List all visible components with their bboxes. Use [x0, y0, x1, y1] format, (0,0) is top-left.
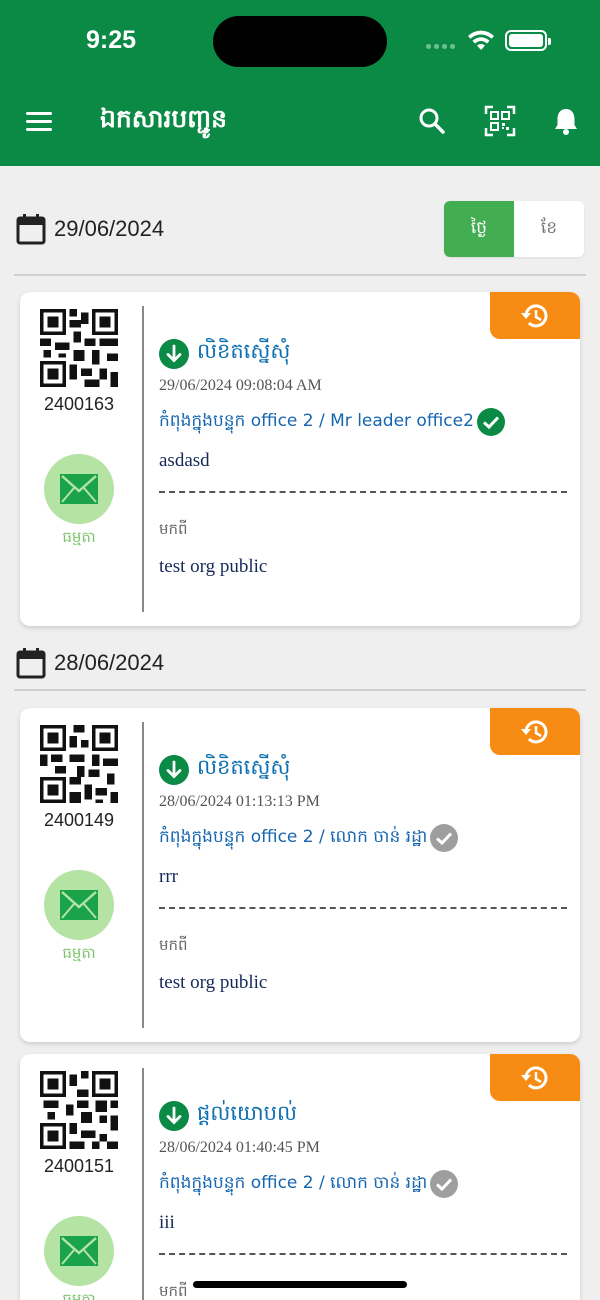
envelope-icon	[60, 890, 98, 920]
document-number: 2400163	[43, 394, 115, 414]
qr-code	[40, 309, 118, 387]
calendar-icon	[16, 214, 46, 245]
view-toggle: ថ្ងៃ ខែ	[444, 201, 584, 257]
document-type: លិខិតស្នើសុំ	[159, 754, 290, 785]
document-type-label: លិខិតស្នើសុំ	[197, 339, 291, 363]
history-icon	[521, 719, 548, 743]
mail-status	[44, 454, 114, 524]
qr-code	[40, 725, 118, 803]
from-label: មកពី	[159, 520, 188, 538]
page-title: ឯកសារបញ្ជូន	[100, 104, 227, 133]
home-indicator[interactable]	[193, 1281, 407, 1288]
document-card[interactable]: 2400151 ធម្មតា ផ្តល់យោបល់ 28/06/2024 01:…	[20, 1054, 580, 1300]
priority-label: ធម្មតា	[62, 1290, 96, 1300]
app-header: 9:25 ឯកសារបញ្ជូន	[0, 0, 600, 166]
incoming-download-icon	[159, 754, 189, 785]
day-view-tab[interactable]: ថ្ងៃ	[444, 201, 514, 257]
document-number: 2400149	[43, 810, 115, 830]
from-value: test org public	[159, 556, 268, 577]
document-card[interactable]: 2400149 ធម្មតា លិខិតស្នើសុំ 28/06/2024 0…	[20, 708, 580, 1042]
qr-code	[40, 1071, 118, 1149]
card-separator	[142, 1068, 144, 1300]
status-time: 9:25	[86, 26, 137, 54]
incoming-download-icon	[159, 338, 189, 369]
group-date: 28/06/2024	[54, 650, 165, 675]
document-card[interactable]: 2400163 ធម្មតា លិខិតស្នើសុំ 29/06/2024 0…	[20, 292, 580, 626]
card-separator	[142, 722, 144, 1028]
qr-scan-icon[interactable]	[484, 105, 516, 137]
check-circle-icon	[476, 408, 505, 436]
current-location: កំពុងក្នុងបន្ទុក office 2 / លោក ចាន់ រដ្…	[159, 824, 459, 852]
group-date: 29/06/2024	[54, 216, 165, 241]
check-circle-icon	[430, 824, 459, 852]
timestamp: 28/06/2024 01:40:45 PM	[159, 1139, 320, 1156]
dashed-divider	[159, 1253, 567, 1255]
from-label: មកពី	[159, 936, 188, 954]
priority-label: ធម្មតា	[62, 528, 96, 546]
dashed-divider	[159, 907, 567, 909]
subject: rrr	[159, 866, 178, 887]
search-icon[interactable]	[418, 107, 446, 135]
date-header: 29/06/2024	[16, 213, 164, 245]
divider	[14, 689, 586, 691]
priority-label: ធម្មតា	[62, 944, 96, 962]
current-location: កំពុងក្នុងបន្ទុក office 2 / Mr leader of…	[159, 408, 505, 436]
from-label: មកពី	[159, 1282, 188, 1300]
cellular-signal-icon	[426, 44, 455, 49]
envelope-icon	[60, 1236, 98, 1266]
location-text: កំពុងក្នុងបន្ទុក office 2 / លោក ចាន់ រដ្…	[159, 1172, 428, 1193]
divider	[14, 274, 586, 276]
location-text: កំពុងក្នុងបន្ទុក office 2 / លោក ចាន់ រដ្…	[159, 826, 428, 847]
card-separator	[142, 306, 144, 612]
timestamp: 29/06/2024 09:08:04 AM	[159, 377, 322, 394]
location-text: កំពុងក្នុងបន្ទុក office 2 / Mr leader of…	[159, 410, 474, 431]
notification-bell-icon[interactable]	[551, 106, 581, 136]
month-view-tab[interactable]: ខែ	[514, 201, 584, 257]
document-type-label: លិខិតស្នើសុំ	[197, 755, 291, 779]
history-button[interactable]	[490, 1054, 580, 1101]
document-type: ផ្តល់យោបល់	[159, 1100, 297, 1131]
timestamp: 28/06/2024 01:13:13 PM	[159, 793, 320, 810]
history-icon	[521, 1065, 548, 1089]
mail-status	[44, 1216, 114, 1286]
subject: iii	[159, 1212, 175, 1233]
history-button[interactable]	[490, 292, 580, 339]
history-icon	[521, 303, 548, 327]
wifi-icon	[468, 30, 494, 50]
dashed-divider	[159, 491, 567, 493]
history-button[interactable]	[490, 708, 580, 755]
incoming-download-icon	[159, 1100, 189, 1131]
menu-icon[interactable]	[26, 110, 54, 132]
battery-icon	[505, 30, 551, 51]
subject: asdasd	[159, 450, 210, 471]
document-number: 2400151	[43, 1156, 115, 1176]
calendar-icon	[16, 648, 46, 679]
check-circle-icon	[430, 1170, 459, 1198]
date-header: 28/06/2024	[16, 647, 164, 679]
envelope-icon	[60, 474, 98, 504]
from-value: test org public	[159, 972, 268, 993]
current-location: កំពុងក្នុងបន្ទុក office 2 / លោក ចាន់ រដ្…	[159, 1170, 459, 1198]
document-type: លិខិតស្នើសុំ	[159, 338, 290, 369]
dynamic-island	[213, 16, 387, 67]
document-type-label: ផ្តល់យោបល់	[197, 1101, 297, 1125]
mail-status	[44, 870, 114, 940]
